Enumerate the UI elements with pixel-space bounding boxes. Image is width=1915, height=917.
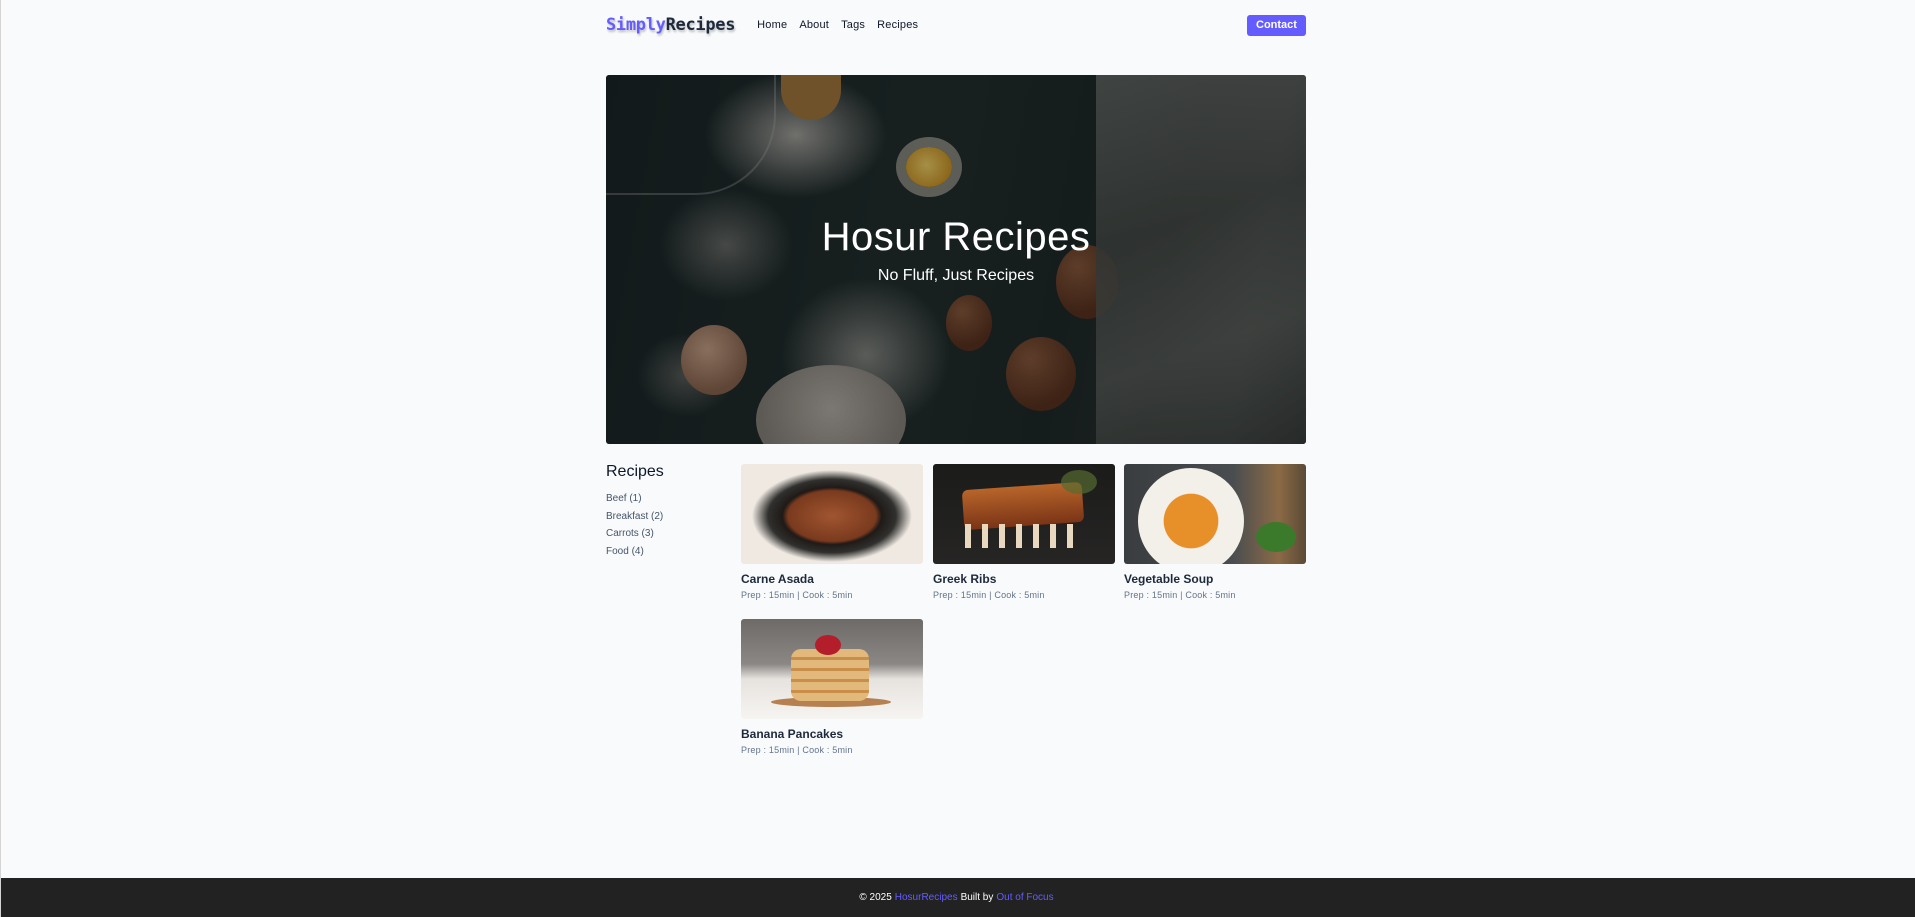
recipe-card-carne-asada[interactable]: Carne Asada Prep : 15min | Cook : 5min — [741, 464, 923, 600]
nav-link-about[interactable]: About — [799, 19, 829, 31]
contact-button[interactable]: Contact — [1247, 14, 1306, 36]
hero-text: Hosur Recipes No Fluff, Just Recipes — [606, 217, 1306, 285]
recipe-card-vegetable-soup[interactable]: Vegetable Soup Prep : 15min | Cook : 5mi… — [1124, 464, 1306, 600]
footer-author-link[interactable]: Out of Focus — [996, 892, 1053, 903]
soup-basil — [1256, 522, 1296, 552]
nav-link-tags[interactable]: Tags — [841, 19, 865, 31]
site-logo[interactable]: SimplyRecipes — [606, 15, 735, 35]
recipe-title: Banana Pancakes — [741, 727, 844, 741]
logo-part-recipes: Recipes — [665, 15, 736, 35]
tag-link-breakfast[interactable]: Breakfast (2) — [606, 508, 726, 526]
tags-sidebar: Recipes Beef (1) Breakfast (2) Carrots (… — [606, 463, 726, 560]
ribs-herb — [1061, 470, 1097, 494]
soup-plate — [1138, 468, 1244, 564]
recipe-meta: Prep : 15min | Cook : 5min — [933, 590, 1045, 600]
nav-links: Home About Tags Recipes — [757, 19, 930, 31]
recipe-title: Greek Ribs — [933, 572, 997, 586]
pancake-berry — [815, 635, 841, 655]
recipe-card-banana-pancakes[interactable]: Banana Pancakes Prep : 15min | Cook : 5m… — [741, 619, 923, 755]
hero-title: Hosur Recipes — [821, 215, 1091, 259]
recipe-image-vegetable-soup — [1124, 464, 1306, 564]
tag-link-carrots[interactable]: Carrots (3) — [606, 525, 726, 543]
sidebar-heading: Recipes — [606, 463, 664, 480]
recipe-meta: Prep : 15min | Cook : 5min — [741, 745, 853, 755]
logo-part-simply: Simply — [606, 15, 666, 35]
tag-link-beef[interactable]: Beef (1) — [606, 490, 726, 508]
hero-banner: Hosur Recipes No Fluff, Just Recipes — [606, 75, 1306, 444]
recipe-meta: Prep : 15min | Cook : 5min — [741, 590, 853, 600]
recipe-image-carne-asada — [741, 464, 923, 564]
navbar: SimplyRecipes Home About Tags Recipes Co… — [606, 0, 1306, 50]
recipe-image-banana-pancakes — [741, 619, 923, 719]
footer-built-by: Built by — [960, 892, 994, 903]
recipe-title: Carne Asada — [741, 572, 814, 586]
hero-subtitle: No Fluff, Just Recipes — [877, 267, 1035, 284]
footer-copyright: © 2025 — [859, 892, 892, 903]
recipe-title: Vegetable Soup — [1124, 572, 1214, 586]
recipe-card-greek-ribs[interactable]: Greek Ribs Prep : 15min | Cook : 5min — [933, 464, 1115, 600]
nav-link-recipes[interactable]: Recipes — [877, 19, 918, 31]
footer-site-link[interactable]: HosurRecipes — [895, 892, 958, 903]
ribs-bones — [965, 524, 1083, 548]
footer: © 2025 HosurRecipes Built by Out of Focu… — [1, 878, 1915, 917]
pancake-stack — [791, 649, 869, 701]
recipe-meta: Prep : 15min | Cook : 5min — [1124, 590, 1236, 600]
nav-link-home[interactable]: Home — [757, 19, 787, 31]
recipe-image-greek-ribs — [933, 464, 1115, 564]
tag-link-food[interactable]: Food (4) — [606, 543, 726, 561]
